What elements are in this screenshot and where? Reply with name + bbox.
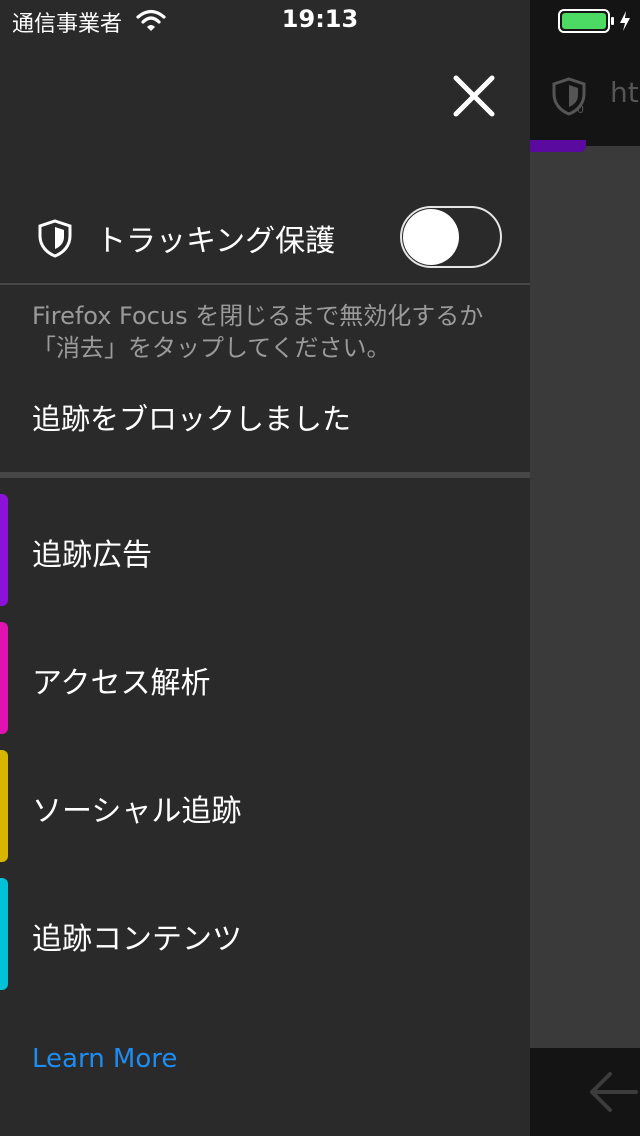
section-divider <box>0 472 530 478</box>
category-label: アクセス解析 <box>32 666 211 701</box>
disabled-description: Firefox Focus を閉じるまで無効化するか「消去」をタップしてください… <box>32 302 484 362</box>
url-text[interactable]: ht <box>610 76 639 109</box>
category-label: 追跡広告 <box>32 538 152 573</box>
category-row-content-trackers[interactable]: 追跡コンテンツ <box>0 878 530 990</box>
category-color-bar <box>0 494 8 606</box>
divider <box>0 283 530 285</box>
back-arrow-icon[interactable] <box>584 1066 640 1118</box>
category-color-bar <box>0 622 8 734</box>
category-row-analytics[interactable]: アクセス解析 <box>0 622 530 734</box>
learn-more-link[interactable]: Learn More <box>32 1044 177 1074</box>
category-label: 追跡コンテンツ <box>32 922 242 957</box>
category-color-bar <box>0 878 8 990</box>
battery-icon <box>558 9 630 33</box>
web-content <box>530 152 640 1048</box>
toggle-knob <box>403 209 459 265</box>
carrier-name: 通信事業者 <box>12 12 123 37</box>
status-bar: 通信事業者 19:13 <box>0 0 640 40</box>
tracking-protection-drawer: トラッキング保護 Firefox Focus を閉じるまで無効化するか「消去」を… <box>0 0 530 1136</box>
tracking-shield-icon[interactable]: 0 <box>550 76 588 116</box>
category-color-bar <box>0 750 8 862</box>
wifi-icon <box>136 9 166 31</box>
url-bar-accent <box>530 140 586 152</box>
shield-icon <box>38 219 72 258</box>
screen: 0 ht トラッキング保護 Firefox Focus を閉じるまで無効化するか… <box>0 0 640 1136</box>
category-row-social-trackers[interactable]: ソーシャル追跡 <box>0 750 530 862</box>
tracking-protection-toggle[interactable] <box>400 206 502 268</box>
category-label: ソーシャル追跡 <box>32 794 242 829</box>
svg-text:0: 0 <box>577 103 584 116</box>
blocked-status: 追跡をブロックしました <box>32 402 352 436</box>
tracking-protection-row: トラッキング保護 <box>0 196 530 284</box>
close-icon[interactable] <box>446 68 502 124</box>
tracking-protection-label: トラッキング保護 <box>96 224 336 259</box>
category-row-ad-trackers[interactable]: 追跡広告 <box>0 494 530 606</box>
